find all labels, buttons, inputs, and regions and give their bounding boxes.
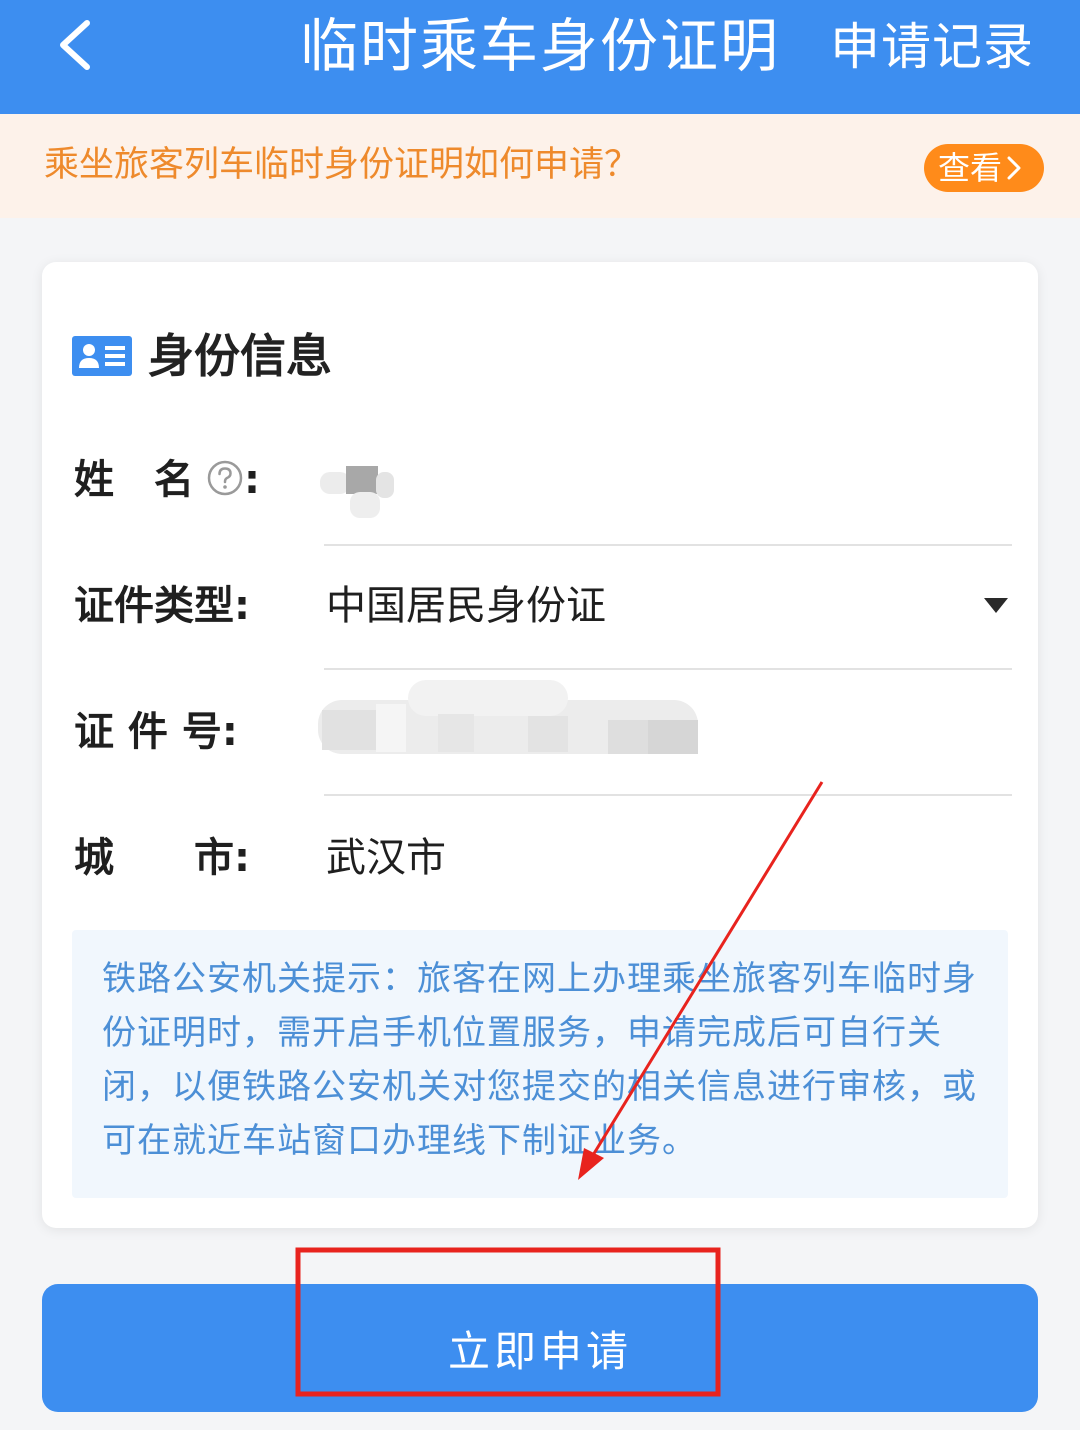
city-label: 城 市:: [74, 835, 250, 881]
doc-type-select[interactable]: 中国居民身份证: [326, 580, 606, 632]
doc-number-underline: [324, 794, 1012, 796]
police-tip-text: 铁路公安机关提示：旅客在网上办理乘坐旅客列车临时身份证明时，需开启手机位置服务，…: [102, 959, 977, 1161]
back-button[interactable]: [40, 10, 110, 80]
view-button-label: 查看: [938, 149, 1003, 187]
question-circle-icon[interactable]: [206, 459, 244, 497]
city-value[interactable]: 武汉市: [326, 832, 446, 884]
police-tip-box: 铁路公安机关提示：旅客在网上办理乘坐旅客列车临时身份证明时，需开启手机位置服务，…: [72, 930, 1008, 1198]
notice-text: 乘坐旅客列车临时身份证明如何申请？: [44, 145, 640, 185]
name-input-masked[interactable]: [320, 464, 396, 520]
doc-type-label: 证件类型:: [74, 583, 250, 629]
section-title: 身份信息: [148, 329, 332, 383]
view-button[interactable]: 查看: [924, 144, 1044, 192]
top-bar: 临时乘车身份证明 申请记录: [0, 0, 1080, 114]
doc-number-input-masked[interactable]: [318, 670, 698, 754]
page-title: 临时乘车身份证明: [300, 12, 781, 80]
apply-now-button[interactable]: 立即申请: [42, 1284, 1038, 1412]
identity-card: 身份信息 姓 名 : 证件类型: 中国居民身份证 证 件 号: 城 市: 武汉市: [42, 262, 1038, 1228]
notice-bar: 乘坐旅客列车临时身份证明如何申请？ 查看: [0, 114, 1080, 218]
name-label: 姓 名 :: [74, 457, 260, 503]
id-card-icon: [72, 336, 132, 376]
name-underline: [324, 544, 1012, 546]
doc-number-label: 证 件 号:: [74, 709, 238, 755]
caret-down-icon[interactable]: [984, 598, 1008, 614]
application-records-link[interactable]: 申请记录: [830, 14, 1034, 80]
chevron-right-icon: [1007, 156, 1021, 180]
chevron-left-icon: [60, 20, 90, 70]
